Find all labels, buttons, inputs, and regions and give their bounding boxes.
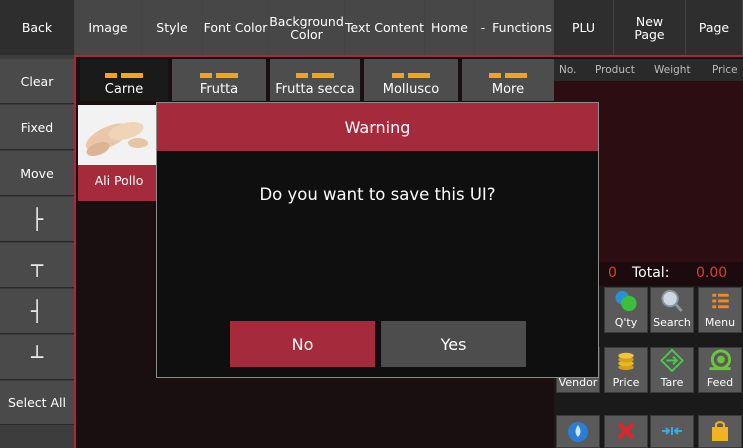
category-label: Frutta secca [275,82,355,97]
dialog-title: Warning [344,117,411,137]
feed-button[interactable]: Feed [698,347,742,393]
sale-table-header: No. Product Weight Price [554,59,743,81]
category-tab-more[interactable]: More [462,59,554,101]
total-value: 0.00 [696,265,728,281]
product-tile[interactable]: Ali Pollo [78,105,160,201]
align-right-icon: ┤ [30,299,44,323]
quantity-icon [615,290,637,312]
tare-button[interactable]: Tare [650,347,694,393]
align-left-button[interactable]: ├ [0,197,74,242]
align-top-button[interactable]: ┬ [0,243,74,288]
bag-button[interactable] [698,415,742,448]
red-x-icon [617,422,635,440]
product-image [78,105,160,165]
search-button[interactable]: Search [650,287,694,333]
total-label: Total: [632,265,670,281]
menu-button[interactable]: Menu [698,287,742,333]
functions-button[interactable]: Functions [491,0,554,55]
warning-dialog: Warning Do you want to save this UI? No … [156,102,599,378]
yes-button[interactable]: Yes [381,321,526,367]
shopping-bag-icon [712,421,728,441]
home-button[interactable]: Home [425,0,475,55]
image-button[interactable]: Image [75,0,142,55]
water-button[interactable] [556,415,600,448]
category-bars-icon [105,73,143,78]
category-label: Carne [104,82,144,97]
fixed-button[interactable]: Fixed [0,105,74,150]
header-product: Product [595,64,635,76]
align-bottom-button[interactable]: ┴ [0,335,74,380]
tare-label: Tare [660,376,684,389]
category-bars-icon [200,73,238,78]
search-label: Search [653,316,691,329]
align-left-icon: ├ [30,207,44,231]
chicken-wings-icon [85,121,148,156]
quantity-label: Q'ty [614,316,638,329]
quantity-button[interactable]: Q'ty [604,287,648,333]
feed-label: Feed [706,376,734,389]
new-page-button[interactable]: New Page [614,0,686,55]
font-color-button[interactable]: Font Color [203,0,269,55]
water-drop-icon [568,422,588,442]
category-bars-icon [489,73,527,78]
header-price: Price [712,64,738,76]
category-label: Frutta [199,82,239,97]
align-top-icon: ┬ [30,253,44,277]
coins-icon [618,352,634,371]
tare-icon [660,348,684,373]
align-right-button[interactable]: ┤ [0,289,74,334]
search-icon [661,289,683,313]
category-tab-frutta[interactable]: Frutta [172,59,266,101]
price-label: Price [612,376,640,389]
background-color-button[interactable]: Background Color [269,0,345,55]
feed-icon [709,349,732,371]
header-weight: Weight [654,64,691,76]
page-button[interactable]: Page [686,0,743,55]
separator-dash: - [475,0,491,55]
menu-icon [712,293,729,309]
product-label: Ali Pollo [94,173,144,188]
item-count: 0 [608,265,617,281]
category-tab-frutta-secca[interactable]: Frutta secca [270,59,360,101]
category-label: Mollusco [382,82,440,97]
header-no: No. [559,64,577,76]
select-all-button[interactable]: Select All [0,381,74,425]
category-bars-icon [296,73,334,78]
text-content-button[interactable]: Text Content [345,0,425,55]
category-tab-carne[interactable]: Carne [80,59,168,101]
menu-label: Menu [704,316,736,329]
zero-button[interactable] [650,415,694,448]
category-tab-mollusco[interactable]: Mollusco [364,59,458,101]
category-label: More [491,82,525,97]
align-bottom-icon: ┴ [30,345,44,369]
plu-button[interactable]: PLU [554,0,614,55]
zero-arrows-icon [662,427,682,435]
style-button[interactable]: Style [142,0,203,55]
move-button[interactable]: Move [0,151,74,196]
category-bars-icon [392,73,430,78]
no-button[interactable]: No [230,321,375,367]
price-button[interactable]: Price [604,347,648,393]
dialog-title-bar: Warning [157,103,598,151]
back-button[interactable]: Back [0,0,75,55]
clear-button[interactable]: Clear [0,59,74,104]
delete-button[interactable] [604,415,648,448]
dialog-message: Do you want to save this UI? [259,185,496,204]
